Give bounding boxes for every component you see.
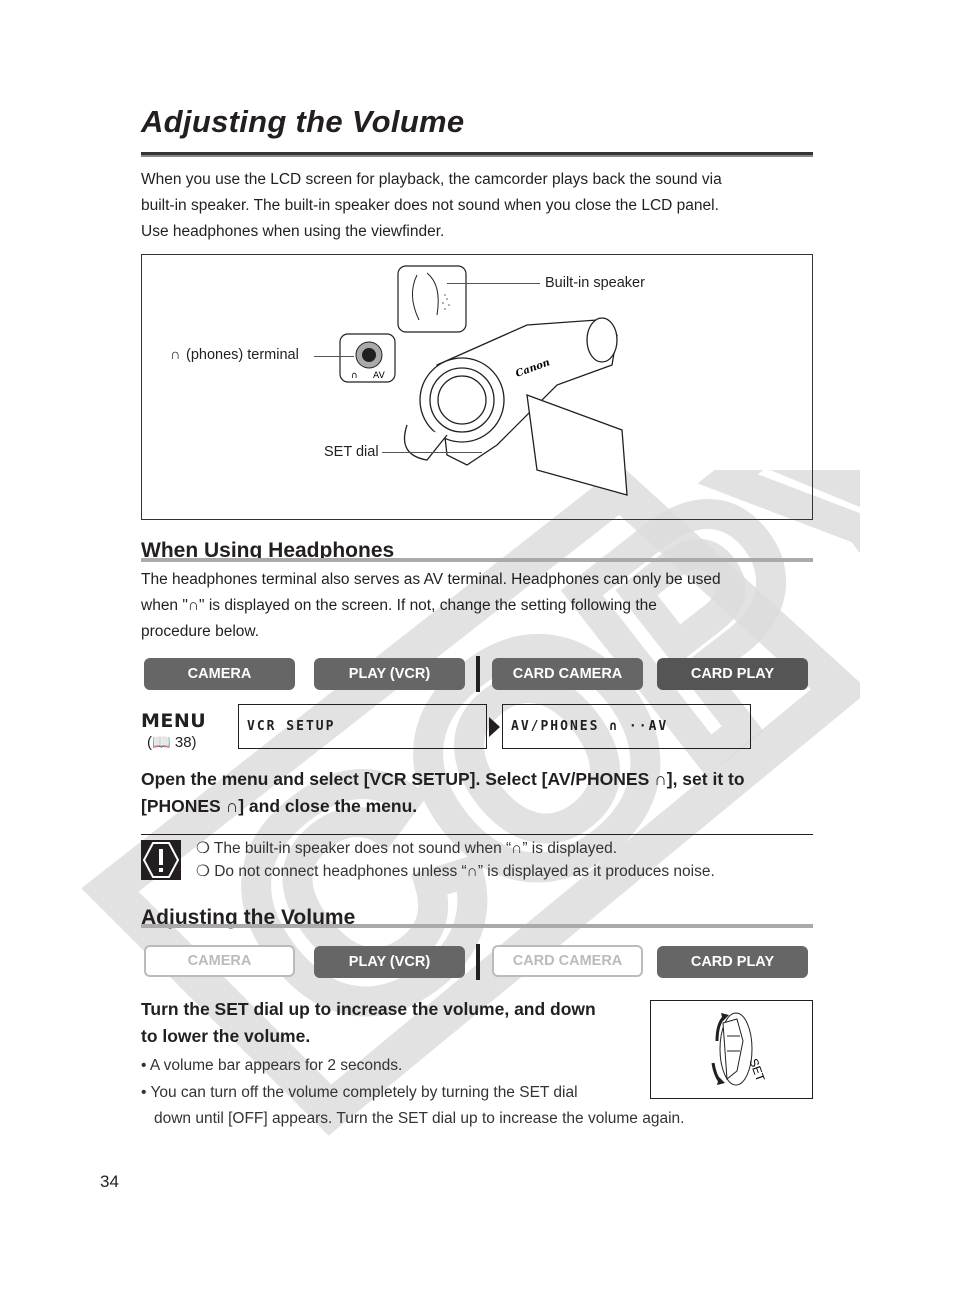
camcorder-figure: Built-in speaker ∩ AV ∩ (phones) termina… — [141, 254, 813, 520]
instruction-line: Turn the SET dial up to increase the vol… — [141, 999, 596, 1019]
instruction-line: [PHONES ∩] and close the menu. — [141, 796, 418, 816]
paragraph-line: when "∩" is displayed on the screen. If … — [141, 597, 657, 614]
intro-line: Use headphones when using the viewfinder… — [141, 223, 445, 240]
mode-separator — [476, 656, 480, 692]
paragraph-line: The headphones terminal also serves as A… — [141, 571, 721, 588]
phones-terminal-label: (phones) terminal — [186, 347, 299, 363]
set-dial-figure: SET — [650, 1000, 813, 1099]
page-title: Adjusting the Volume — [141, 104, 465, 139]
set-dial-icon: SET — [711, 1012, 768, 1086]
phones-leader — [314, 356, 354, 357]
mode-camera-inactive: CAMERA — [144, 945, 295, 977]
speaker-label: Built-in speaker — [545, 275, 645, 291]
menu-ref-number: 38 — [174, 734, 192, 751]
bullet-text: You can turn off the volume completely b… — [150, 1084, 578, 1101]
mode-card-play: CARD PLAY — [657, 658, 808, 690]
page-number: 34 — [100, 1172, 119, 1191]
phones-icon: ∩ — [170, 347, 181, 363]
speaker-leader — [447, 283, 540, 284]
set-dial-label: SET dial — [324, 444, 379, 460]
volume-instruction: Turn the SET dial up to increase the vol… — [141, 996, 596, 1050]
instruction-line: to lower the volume. — [141, 1026, 311, 1046]
headphones-paragraph: The headphones terminal also serves as A… — [141, 567, 721, 645]
caution-icon — [141, 840, 181, 880]
menu-label: MENU — [141, 710, 207, 732]
menu-page-ref: (📖 38) — [147, 734, 197, 751]
note-text: The built-in speaker does not sound when… — [213, 840, 618, 857]
mode-card-camera-inactive: CARD CAMERA — [492, 945, 643, 977]
set-dial-leader — [382, 452, 482, 453]
section-rule — [141, 558, 813, 562]
bullet-continuation: down until [OFF] appears. Turn the SET d… — [154, 1110, 685, 1127]
menu-step-vcr-setup: VCR SETUP — [238, 704, 487, 749]
camcorder-illustration-icon: Canon — [403, 317, 628, 496]
mode-play-vcr: PLAY (VCR) — [314, 946, 465, 978]
note-text: Do not connect headphones unless “∩” is … — [214, 863, 715, 880]
svg-text:∩: ∩ — [351, 371, 358, 381]
intro-paragraph: When you use the LCD screen for playback… — [141, 167, 722, 245]
intro-line: built-in speaker. The built-in speaker d… — [141, 197, 719, 214]
bullet-item: • A volume bar appears for 2 seconds. — [141, 1057, 403, 1074]
instruction-line: Open the menu and select [VCR SETUP]. Se… — [141, 769, 745, 789]
book-icon: 📖 — [152, 734, 171, 751]
intro-line: When you use the LCD screen for playback… — [141, 171, 722, 188]
arrow-right-icon — [489, 717, 500, 737]
section-rule — [141, 924, 813, 928]
note-rule — [141, 834, 813, 835]
paragraph-line: procedure below. — [141, 623, 260, 640]
note-item: ❍ The built-in speaker does not sound wh… — [196, 840, 618, 857]
mode-play-vcr: PLAY (VCR) — [314, 658, 465, 690]
headphones-instruction: Open the menu and select [VCR SETUP]. Se… — [141, 766, 745, 820]
bullet-text: A volume bar appears for 2 seconds. — [149, 1057, 403, 1074]
title-rule — [141, 152, 813, 157]
mode-camera: CAMERA — [144, 658, 295, 690]
note-item: ❍ Do not connect headphones unless “∩” i… — [196, 863, 715, 880]
mode-card-play: CARD PLAY — [657, 946, 808, 978]
bullet-item: • You can turn off the volume completely… — [141, 1084, 578, 1101]
mode-separator — [476, 944, 480, 980]
mode-card-camera: CARD CAMERA — [492, 658, 643, 690]
menu-step-av-phones: AV/PHONES ∩ ··AV — [502, 704, 751, 749]
svg-text:SET: SET — [746, 1057, 767, 1084]
